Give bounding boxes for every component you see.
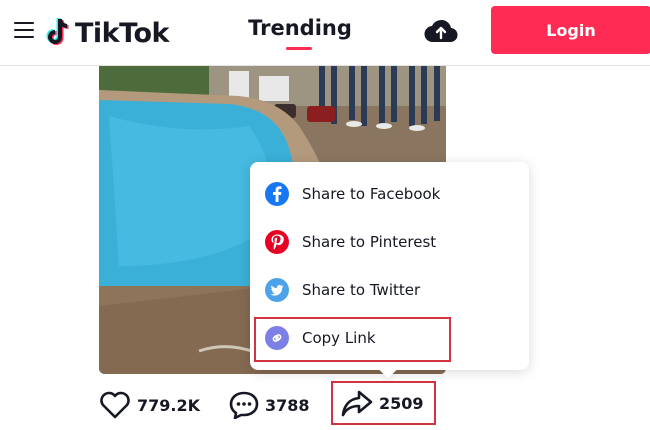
share-icon: [341, 390, 373, 417]
login-button[interactable]: Login: [491, 6, 650, 54]
share-item-label: Share to Pinterest: [302, 233, 437, 251]
share-item-label: Share to Facebook: [302, 185, 441, 203]
logo-text: TikTok: [75, 17, 169, 49]
link-icon: [265, 326, 289, 350]
share-menu: Share to Facebook Share to Pinterest Sha…: [250, 162, 529, 379]
share-to-twitter[interactable]: Share to Twitter: [250, 266, 529, 314]
share-item-label: Copy Link: [302, 329, 376, 347]
share-button[interactable]: 2509: [331, 381, 436, 425]
pinterest-icon: [265, 230, 289, 254]
upload-cloud-icon[interactable]: [424, 18, 458, 44]
comment-icon: [229, 391, 259, 419]
share-to-facebook[interactable]: Share to Facebook: [250, 170, 529, 218]
tiktok-logo[interactable]: TikTok: [44, 16, 169, 50]
tab-trending[interactable]: Trending: [246, 16, 354, 40]
share-to-pinterest[interactable]: Share to Pinterest: [250, 218, 529, 266]
comment-count: 3788: [265, 395, 310, 415]
share-menu-arrow: [379, 361, 397, 379]
tiktok-logo-icon: [46, 17, 69, 45]
like-button[interactable]: 779.2K: [99, 391, 200, 419]
share-count: 2509: [379, 393, 424, 413]
tab-active-indicator: [286, 47, 312, 50]
like-count: 779.2K: [137, 395, 201, 415]
menu-icon[interactable]: [14, 20, 36, 38]
comment-button[interactable]: 3788: [229, 391, 310, 419]
heart-icon: [100, 391, 130, 419]
twitter-icon: [265, 278, 289, 302]
copy-link[interactable]: Copy Link: [250, 314, 529, 362]
facebook-icon: [265, 182, 289, 206]
share-item-label: Share to Twitter: [302, 281, 421, 299]
top-header: TikTok Trending Login: [0, 0, 650, 66]
